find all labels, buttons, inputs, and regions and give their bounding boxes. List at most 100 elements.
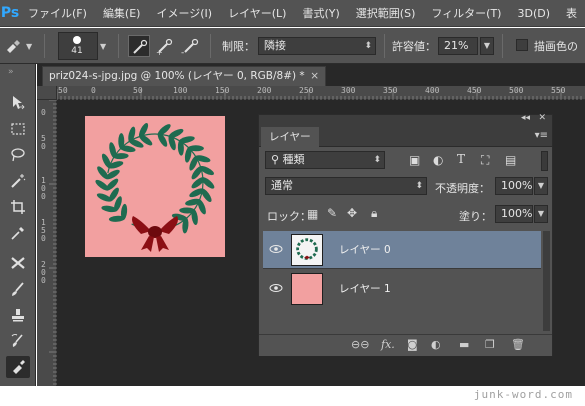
- eyedropper-tool-icon[interactable]: [6, 222, 30, 244]
- fill-value: 100%: [501, 207, 533, 220]
- brush-size-picker[interactable]: 41: [58, 32, 98, 60]
- use-foreground-label: 描画色の: [534, 40, 578, 53]
- healing-tool-icon[interactable]: [6, 252, 30, 274]
- vertical-ruler[interactable]: 0 5 0 1 0 0 1 5 0 2 0 0: [37, 100, 57, 386]
- brush-tool-icon[interactable]: [6, 278, 30, 300]
- document-tab-title: priz024-s-jpg.jpg @ 100% (レイヤー 0, RGB/8#…: [49, 70, 305, 82]
- ruler-v-label: 0: [41, 108, 46, 117]
- limit-dropdown[interactable]: 隣接 ⬍: [258, 37, 376, 55]
- menu-image[interactable]: イメージ(I): [148, 0, 220, 27]
- lasso-tool-icon[interactable]: [6, 144, 30, 166]
- ruler-h-label: 200: [257, 86, 272, 95]
- menu-3d[interactable]: 3D(D): [509, 0, 558, 27]
- ruler-h-label: 450: [467, 86, 482, 95]
- lock-row: ロック： ▦ ✎ ✥ 🔒︎ 塗り： 100% ▼: [259, 205, 552, 227]
- fill-arrow-icon[interactable]: ▼: [534, 205, 548, 223]
- ruler-v-label: 0: [41, 276, 46, 285]
- new-group-icon[interactable]: ▬: [459, 338, 469, 351]
- layer-thumbnail: [291, 234, 323, 266]
- lock-transparent-icon[interactable]: ▦: [307, 207, 318, 221]
- new-layer-mode-icon[interactable]: [128, 35, 150, 57]
- menu-layer[interactable]: レイヤー(L): [220, 0, 294, 27]
- blend-mode-dropdown[interactable]: 通常 ⬍: [265, 177, 427, 195]
- document-tab[interactable]: priz024-s-jpg.jpg @ 100% (レイヤー 0, RGB/8#…: [42, 66, 326, 86]
- tab-layers[interactable]: レイヤー: [261, 127, 319, 147]
- ruler-h-label: 550: [551, 86, 566, 95]
- lock-image-icon[interactable]: ✎: [327, 206, 337, 220]
- layer-row-0[interactable]: レイヤー 0: [263, 231, 541, 269]
- paint-bucket-tool-icon[interactable]: [6, 356, 30, 378]
- tool-preset-arrow-icon[interactable]: ▼: [26, 42, 32, 51]
- tolerance-arrow-icon[interactable]: ▼: [480, 37, 494, 55]
- menu-view[interactable]: 表: [558, 0, 585, 27]
- close-panel-icon[interactable]: ✕: [538, 113, 546, 123]
- new-layer-icon[interactable]: ❐: [485, 338, 495, 351]
- filter-toggle-switch[interactable]: [541, 151, 548, 171]
- ruler-h-label: 50: [133, 86, 143, 95]
- menu-select[interactable]: 選択範囲(S): [348, 0, 424, 27]
- tool-preset-icon[interactable]: [4, 37, 24, 55]
- layers-panel: ◂◂ ✕ レイヤー ▾≡ ⚲ 種類 ⬍ ▣ ◐ T ⛶ ▤ 通常 ⬍ 不透明度：…: [258, 113, 553, 356]
- layer-scrollbar[interactable]: [543, 231, 550, 331]
- menu-filter[interactable]: フィルター(T): [423, 0, 509, 27]
- blend-mode-value: 通常: [271, 179, 293, 192]
- layer-row-1[interactable]: レイヤー 1: [263, 270, 541, 308]
- dropdown-arrow-icon: ⬍: [373, 155, 381, 165]
- use-foreground-checkbox[interactable]: [516, 39, 528, 51]
- lock-all-icon[interactable]: 🔒︎: [371, 206, 377, 221]
- brush-picker-arrow-icon[interactable]: ▼: [100, 42, 106, 51]
- fill-input[interactable]: 100%: [495, 205, 533, 223]
- panel-grip-icon[interactable]: »: [8, 67, 15, 77]
- link-layers-icon[interactable]: ⊖⊖: [351, 338, 369, 351]
- panel-title-bar: ◂◂ ✕: [259, 113, 552, 127]
- opacity-arrow-icon[interactable]: ▼: [534, 177, 548, 195]
- options-bar: ▼ 41 ▼ + - 制限： 隣接 ⬍ 許容値： 21% ▼ 描画色の: [0, 28, 585, 64]
- ruler-h-label: 350: [383, 86, 398, 95]
- ruler-h-label: 500: [509, 86, 524, 95]
- menu-edit[interactable]: 編集(E): [95, 0, 149, 27]
- tolerance-input[interactable]: 21%: [438, 37, 478, 55]
- filter-kind-dropdown[interactable]: ⚲ 種類 ⬍: [265, 151, 385, 169]
- marquee-tool-icon[interactable]: [6, 118, 30, 140]
- adjustment-layer-icon[interactable]: ◐: [431, 338, 441, 351]
- layer-thumbnail: [291, 273, 323, 305]
- crop-tool-icon[interactable]: [6, 196, 30, 218]
- menu-file[interactable]: ファイル(F): [20, 0, 95, 27]
- dropdown-arrow-icon: ⬍: [415, 181, 423, 191]
- menu-bar: Ps ファイル(F) 編集(E) イメージ(I) レイヤー(L) 書式(Y) 選…: [0, 0, 585, 27]
- ruler-h-label: 50: [58, 86, 68, 95]
- lock-position-icon[interactable]: ✥: [347, 206, 357, 220]
- smart-object-filter-icon[interactable]: ▤: [505, 153, 516, 167]
- limit-value: 隣接: [264, 39, 286, 52]
- tolerance-value: 21%: [444, 39, 469, 52]
- image-filter-icon[interactable]: ▣: [409, 153, 420, 167]
- canvas-image[interactable]: [85, 116, 225, 257]
- shape-filter-icon[interactable]: ⛶: [481, 153, 489, 168]
- delete-layer-icon[interactable]: 🗑︎: [511, 338, 525, 351]
- close-icon[interactable]: ×: [310, 67, 319, 86]
- fill-label: 塗り：: [459, 210, 492, 223]
- visibility-eye-icon[interactable]: [269, 242, 283, 256]
- stamp-tool-icon[interactable]: [6, 304, 30, 326]
- collapse-panel-icon[interactable]: ◂◂: [521, 113, 530, 123]
- opacity-input[interactable]: 100%: [495, 177, 533, 195]
- visibility-eye-icon[interactable]: [269, 281, 283, 295]
- add-mask-icon[interactable]: ◙: [407, 338, 418, 351]
- svg-text:+: +: [156, 48, 163, 57]
- svg-text:-: -: [181, 48, 184, 57]
- add-mode-icon[interactable]: +: [154, 35, 176, 57]
- adjustment-filter-icon[interactable]: ◐: [433, 153, 443, 167]
- dropdown-arrow-icon: ⬍: [364, 41, 372, 51]
- ruler-v-label: 0: [41, 142, 46, 151]
- layer-filter-row: ⚲ 種類 ⬍ ▣ ◐ T ⛶ ▤: [259, 151, 552, 173]
- menu-type[interactable]: 書式(Y): [294, 0, 347, 27]
- fx-icon[interactable]: fx.: [381, 338, 395, 351]
- type-filter-icon[interactable]: T: [457, 152, 465, 166]
- move-tool-icon[interactable]: [6, 92, 30, 114]
- magic-wand-tool-icon[interactable]: [6, 170, 30, 192]
- panel-menu-icon[interactable]: ▾≡: [535, 130, 548, 141]
- history-brush-tool-icon[interactable]: [6, 330, 30, 352]
- horizontal-ruler[interactable]: 50 0 50 100 150 200 250 300 350 400 450 …: [57, 86, 585, 100]
- subtract-mode-icon[interactable]: -: [180, 35, 202, 58]
- ruler-v-label: 0: [41, 192, 46, 201]
